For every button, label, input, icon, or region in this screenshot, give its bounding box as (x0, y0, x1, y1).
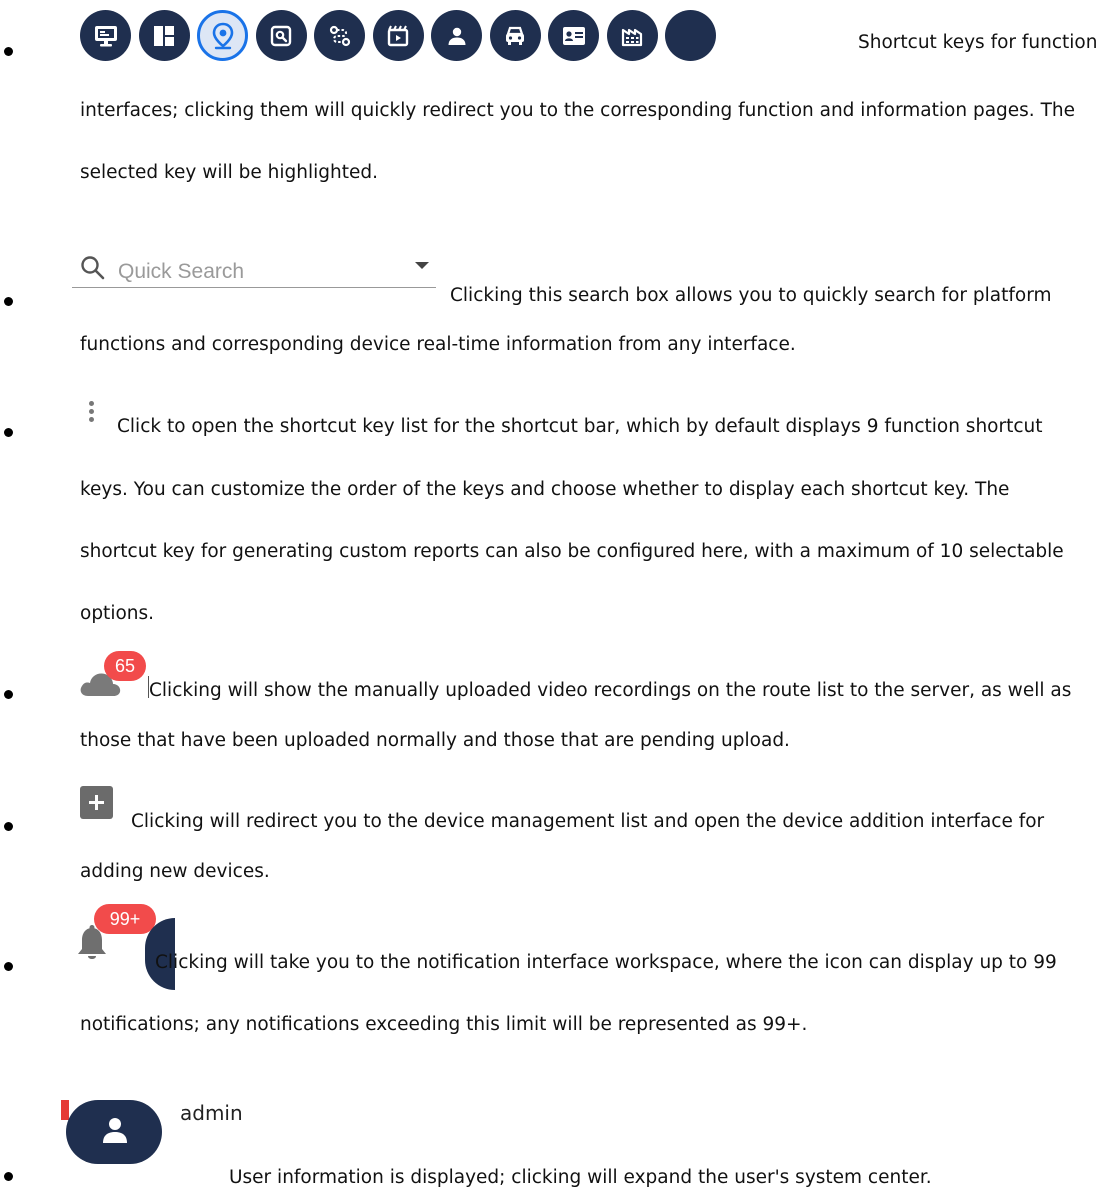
shortcut-description-line2: interfaces; clicking them will quickly r… (80, 100, 1075, 121)
add-device-description-line2: adding new devices. (80, 861, 270, 882)
upload-count-badge: 65 (104, 651, 146, 681)
bullet (4, 47, 13, 56)
id-card-icon[interactable] (548, 10, 599, 61)
add-device-description-line1: Clicking will redirect you to the device… (131, 811, 1045, 832)
more-description-line4: options. (80, 603, 155, 624)
notification-count-badge: 99+ (94, 904, 156, 934)
face-scan-icon[interactable] (255, 10, 307, 61)
search-icon (80, 255, 106, 285)
route-icon[interactable] (314, 10, 365, 61)
dashboard-icon[interactable] (138, 10, 190, 61)
quick-search-description-line2: functions and corresponding device real-… (80, 334, 796, 355)
bullet (4, 962, 13, 971)
monitor-icon[interactable] (80, 10, 131, 61)
status-indicator (61, 1100, 69, 1120)
cloud-description-line2: those that have been uploaded normally a… (80, 730, 790, 751)
shortcut-description-line3: selected key will be highlighted. (80, 162, 379, 183)
blank-icon[interactable] (665, 10, 716, 61)
more-description-line2: keys. You can customize the order of the… (80, 479, 1010, 500)
car-icon[interactable] (489, 10, 541, 61)
search-placeholder: Quick Search (118, 260, 245, 283)
user-description-line1: User information is displayed; clicking … (229, 1167, 932, 1188)
cloud-description-line1: Clicking will show the manually uploaded… (149, 680, 1072, 701)
more-vertical-icon[interactable] (89, 401, 94, 425)
bullet (4, 822, 13, 831)
bullet (4, 428, 13, 437)
bullet (4, 1172, 13, 1181)
username[interactable]: admin (180, 1101, 243, 1125)
add-icon[interactable] (80, 786, 113, 819)
map-pin-icon[interactable] (197, 10, 248, 61)
bullet (4, 297, 13, 306)
user-icon[interactable] (431, 10, 482, 61)
avatar[interactable] (66, 1100, 162, 1164)
quick-search-description-line1: Clicking this search box allows you to q… (450, 285, 1052, 306)
factory-icon[interactable] (606, 10, 658, 61)
notification-description-line2: notifications; any notifications exceedi… (80, 1014, 808, 1035)
quick-search-input[interactable]: Quick Search (72, 252, 436, 288)
chevron-down-icon[interactable] (415, 262, 429, 269)
shortcut-description-line1: Shortcut keys for function (858, 32, 1098, 53)
more-description-line1: Click to open the shortcut key list for … (117, 416, 1043, 437)
video-clip-icon[interactable] (372, 10, 424, 61)
bullet (4, 690, 13, 699)
more-description-line3: shortcut key for generating custom repor… (80, 541, 1064, 562)
shortcut-bar (80, 10, 716, 61)
notification-description-line1: Clicking will take you to the notificati… (155, 952, 1057, 973)
